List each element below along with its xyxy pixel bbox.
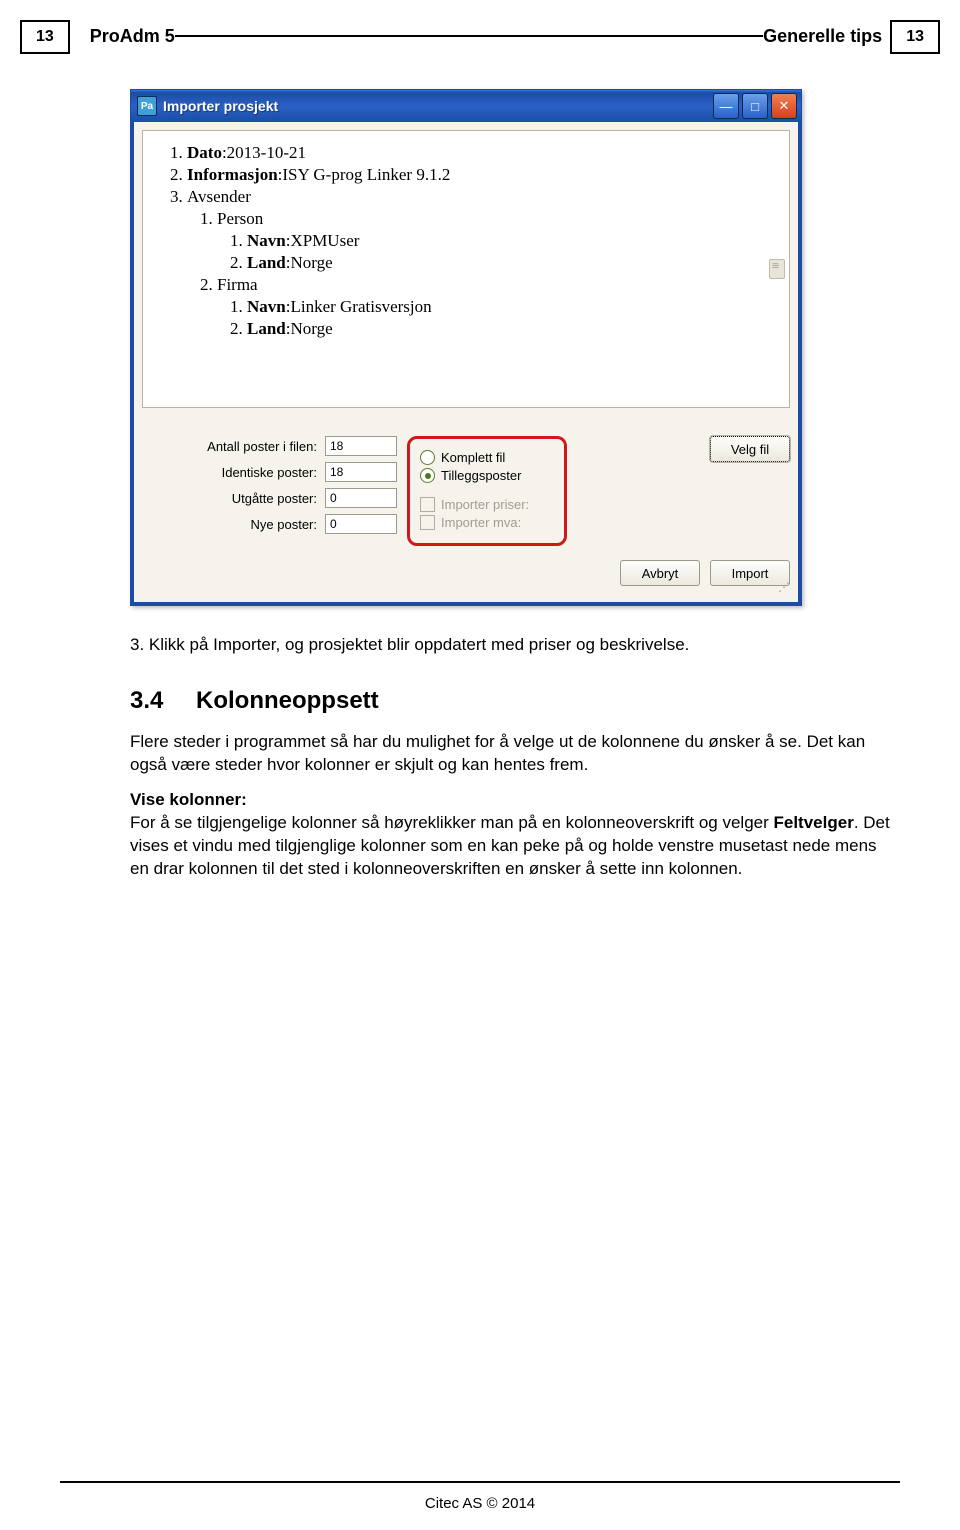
tree-dato-value: :2013-10-21 xyxy=(222,143,306,162)
radio-komplett-label: Komplett fil xyxy=(441,450,505,465)
page-number-right: 13 xyxy=(890,20,940,54)
maximize-button[interactable]: □ xyxy=(742,93,768,119)
import-project-window: Pa Importer prosjekt — □ ✕ Dato:2013-10-… xyxy=(130,89,802,606)
velg-fil-button[interactable]: Velg fil xyxy=(710,436,790,462)
close-button[interactable]: ✕ xyxy=(771,93,797,119)
tree-firma-navn-value: :Linker Gratisversjon xyxy=(286,297,432,316)
tree-person-land-label: Land xyxy=(247,253,286,272)
tree-firma-land-label: Land xyxy=(247,319,286,338)
antall-label: Antall poster i filen: xyxy=(207,439,317,454)
tree-person-navn-value: :XPMUser xyxy=(286,231,360,250)
import-mode-group: Komplett fil Tilleggsposter Importer pri… xyxy=(407,436,567,546)
utgatte-input[interactable] xyxy=(325,488,397,508)
tree-person-navn-label: Navn xyxy=(247,231,286,250)
page-footer: Citec AS © 2014 xyxy=(60,1481,900,1512)
footer-text: Citec AS © 2014 xyxy=(60,1495,900,1512)
nye-input[interactable] xyxy=(325,514,397,534)
nye-label: Nye poster: xyxy=(251,517,317,532)
doc-title-left: ProAdm 5 xyxy=(70,20,175,53)
vise-kolonner-text-a: For å se tilgjengelige kolonner så høyre… xyxy=(130,813,774,832)
step-3-text: 3. Klikk på Importer, og prosjektet blir… xyxy=(130,634,890,657)
identiske-label: Identiske poster: xyxy=(222,465,317,480)
check-mva[interactable] xyxy=(420,515,435,530)
radio-tillegg-label: Tilleggsposter xyxy=(441,468,521,483)
window-title: Importer prosjekt xyxy=(163,98,710,114)
utgatte-label: Utgåtte poster: xyxy=(232,491,317,506)
avbryt-button[interactable]: Avbryt xyxy=(620,560,700,586)
tree-avsender-label: Avsender xyxy=(187,187,251,206)
section-number: 3.4 xyxy=(130,685,196,717)
tree-firma-land-value: :Norge xyxy=(286,319,333,338)
tree-person-land-value: :Norge xyxy=(286,253,333,272)
section-heading: 3.4Kolonneoppsett xyxy=(130,685,890,717)
tree-info-label: Informasjon xyxy=(187,165,278,184)
titlebar: Pa Importer prosjekt — □ ✕ xyxy=(131,90,801,122)
check-priser[interactable] xyxy=(420,497,435,512)
page-number-left: 13 xyxy=(20,20,70,54)
section-intro: Flere steder i programmet så har du muli… xyxy=(130,731,890,777)
app-icon: Pa xyxy=(137,96,157,116)
radio-komplett[interactable] xyxy=(420,450,435,465)
feltvelger-bold: Feltvelger xyxy=(774,813,854,832)
minimize-button[interactable]: — xyxy=(713,93,739,119)
radio-tillegg[interactable] xyxy=(420,468,435,483)
info-pane: Dato:2013-10-21 Informasjon:ISY G-prog L… xyxy=(142,130,790,408)
doc-title-right: Generelle tips xyxy=(763,20,890,53)
identiske-input[interactable] xyxy=(325,462,397,482)
tree-info-value: :ISY G-prog Linker 9.1.2 xyxy=(278,165,451,184)
section-title: Kolonneoppsett xyxy=(196,687,379,714)
check-priser-label: Importer priser: xyxy=(441,497,529,512)
tree-firma-label: Firma xyxy=(217,275,258,294)
page-header: 13 ProAdm 5 Generelle tips 13 xyxy=(20,20,940,54)
tree-firma-navn-label: Navn xyxy=(247,297,286,316)
vise-kolonner-subhead: Vise kolonner: xyxy=(130,790,247,809)
antall-input[interactable] xyxy=(325,436,397,456)
scrollbar-thumb[interactable] xyxy=(769,259,785,279)
tree-dato-label: Dato xyxy=(187,143,222,162)
check-mva-label: Importer mva: xyxy=(441,515,521,530)
tree-person-label: Person xyxy=(217,209,263,228)
vise-kolonner-paragraph: Vise kolonner: For å se tilgjengelige ko… xyxy=(130,789,890,881)
